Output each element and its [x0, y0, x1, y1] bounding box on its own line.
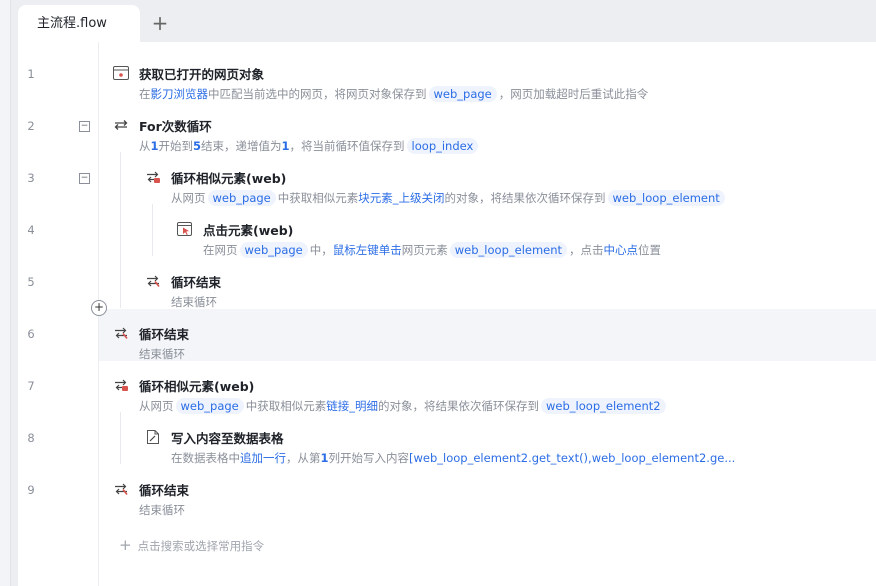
loop-end-icon: [113, 325, 129, 339]
step-description: 结束循环: [139, 501, 185, 519]
param-value: 1: [320, 451, 329, 465]
variable-chip[interactable]: web_loop_element: [607, 190, 725, 206]
param-value: 中心点: [603, 243, 639, 257]
step-title: 循环结束: [139, 327, 190, 342]
desc-text: 在网页: [203, 243, 238, 257]
add-tab-button[interactable]: +: [148, 11, 172, 35]
param-value: 1: [281, 139, 290, 153]
line-number: 2: [27, 119, 35, 133]
desc-text: 中获取相似元素: [277, 191, 359, 205]
step-title: 写入内容至数据表格: [171, 431, 284, 446]
desc-text: 结束，递增值为: [201, 139, 282, 153]
desc-text: 从网页: [139, 399, 174, 413]
loop-icon: [113, 117, 129, 131]
step-title: 循环结束: [139, 483, 190, 498]
desc-text: ，将当前循环值保存到: [289, 139, 405, 153]
desc-text: 在: [139, 87, 151, 101]
tab-bar: 主流程.flow +: [18, 0, 876, 42]
click-element-icon: [177, 221, 193, 236]
param-value: 1: [150, 139, 159, 153]
desc-text: ，点击: [569, 243, 604, 257]
variable-chip[interactable]: web_loop_element2: [541, 398, 666, 414]
data-table-write-icon: [145, 429, 161, 444]
flow-editor: 1 获取已打开的网页对象 在影刀浏览器中匹配当前选中的网页，将网页对象保存到 web_…: [18, 42, 876, 586]
step-title: 循环相似元素(web): [139, 379, 255, 394]
param-value: 鼠标左键单击: [332, 243, 402, 257]
line-number: 3: [27, 171, 35, 185]
flow-step-row[interactable]: 5 循环结束结束循环: [18, 257, 876, 309]
param-value: 影刀浏览器: [150, 87, 209, 101]
line-number: 7: [27, 379, 35, 393]
variable-chip[interactable]: web_page: [428, 86, 497, 102]
param-value: 追加一行: [240, 451, 286, 465]
loop-end-icon: [145, 273, 161, 287]
collapse-toggle-icon[interactable]: −: [79, 173, 90, 184]
flow-step-row[interactable]: 2− For次数循环 从1开始到5结束，递增值为1，将当前循环值保存到 loop_in…: [18, 101, 876, 154]
desc-text: 从网页: [171, 191, 206, 205]
line-number: 8: [27, 431, 35, 445]
plus-icon: +: [119, 536, 132, 554]
browser-window-icon: [113, 65, 129, 80]
desc-text: ，从第: [286, 451, 321, 465]
loop-end-icon: [113, 481, 129, 495]
left-frame: [0, 0, 11, 586]
desc-text: 列开始写入内容: [328, 451, 410, 465]
step-title: 循环相似元素(web): [171, 171, 287, 186]
variable-chip[interactable]: web_page: [175, 398, 244, 414]
desc-text: 开始到: [158, 139, 194, 153]
flow-step-row[interactable]: 3 − 循环相似元素(web) 从网页 web_page 中获取相似元素块元素_上级关闭的…: [18, 153, 876, 206]
add-command-label: 点击搜索或选择常用指令: [137, 539, 265, 553]
desc-text: ，网页加载超时后重试此指令: [498, 87, 649, 101]
desc-text: 的对象，将结果依次循环保存到: [378, 399, 540, 413]
collapse-toggle-icon[interactable]: −: [79, 121, 90, 132]
step-title: 循环结束: [171, 275, 222, 290]
step-title: 获取已打开的网页对象: [139, 67, 265, 82]
desc-text: 结束循环: [139, 347, 185, 361]
param-value: 链接_明细: [326, 399, 379, 413]
flow-step-row[interactable]: 8 写入内容至数据表格 在数据表格中追加一行，从第1列开始写入内容[web_loop…: [18, 413, 876, 465]
desc-text: 结束循环: [139, 503, 185, 517]
flow-step-row[interactable]: 9 循环结束结束循环: [18, 465, 876, 517]
param-value: 5: [193, 139, 202, 153]
variable-chip[interactable]: web_loop_element: [449, 242, 568, 258]
desc-text: 网页元素: [401, 243, 448, 257]
variable-chip[interactable]: web_page: [239, 242, 308, 258]
line-number: 1: [27, 67, 35, 81]
flow-step-row[interactable]: 1 获取已打开的网页对象 在影刀浏览器中匹配当前选中的网页，将网页对象保存到 web_…: [18, 49, 876, 102]
step-title: For次数循环: [139, 119, 212, 134]
desc-text: 从: [139, 139, 151, 153]
line-number: 4: [27, 223, 35, 237]
flow-step-row[interactable]: 7 循环相似元素(web) 从网页 web_page 中获取相似元素链接_明细的对象，将…: [18, 361, 876, 414]
desc-text: 中，: [309, 243, 333, 257]
loop-element-icon: [145, 169, 161, 183]
flow-step-row[interactable]: 4 点击元素(web) 在网页 web_page 中，鼠标左键单击网页元素 web_loo…: [18, 205, 876, 258]
desc-text: 中获取相似元素: [245, 399, 327, 413]
param-value: [web_loop_element2.get_text(),web_loop_e…: [409, 451, 736, 465]
desc-text: 结束循环: [171, 295, 217, 309]
loop-element-icon: [113, 377, 129, 391]
param-value: 块元素_上级关闭: [358, 191, 445, 205]
insert-step-button[interactable]: +: [91, 300, 107, 316]
line-number: 9: [27, 483, 35, 497]
desc-text: 位置: [638, 243, 662, 257]
tab-main-flow[interactable]: 主流程.flow: [18, 5, 140, 42]
desc-text: 中匹配当前选中的网页，将网页对象保存到: [208, 87, 427, 101]
variable-chip[interactable]: web_page: [207, 190, 276, 206]
add-command-hint[interactable]: + 点击搜索或选择常用指令: [119, 536, 264, 554]
flow-step-row[interactable]: 6 循环结束结束循环: [27, 309, 876, 361]
desc-text: 在数据表格中: [171, 451, 240, 465]
line-number: 6: [27, 327, 35, 341]
line-number: 5: [27, 275, 35, 289]
step-title: 点击元素(web): [203, 223, 294, 238]
variable-chip[interactable]: loop_index: [406, 138, 479, 154]
desc-text: 的对象，将结果依次循环保存到: [444, 191, 606, 205]
